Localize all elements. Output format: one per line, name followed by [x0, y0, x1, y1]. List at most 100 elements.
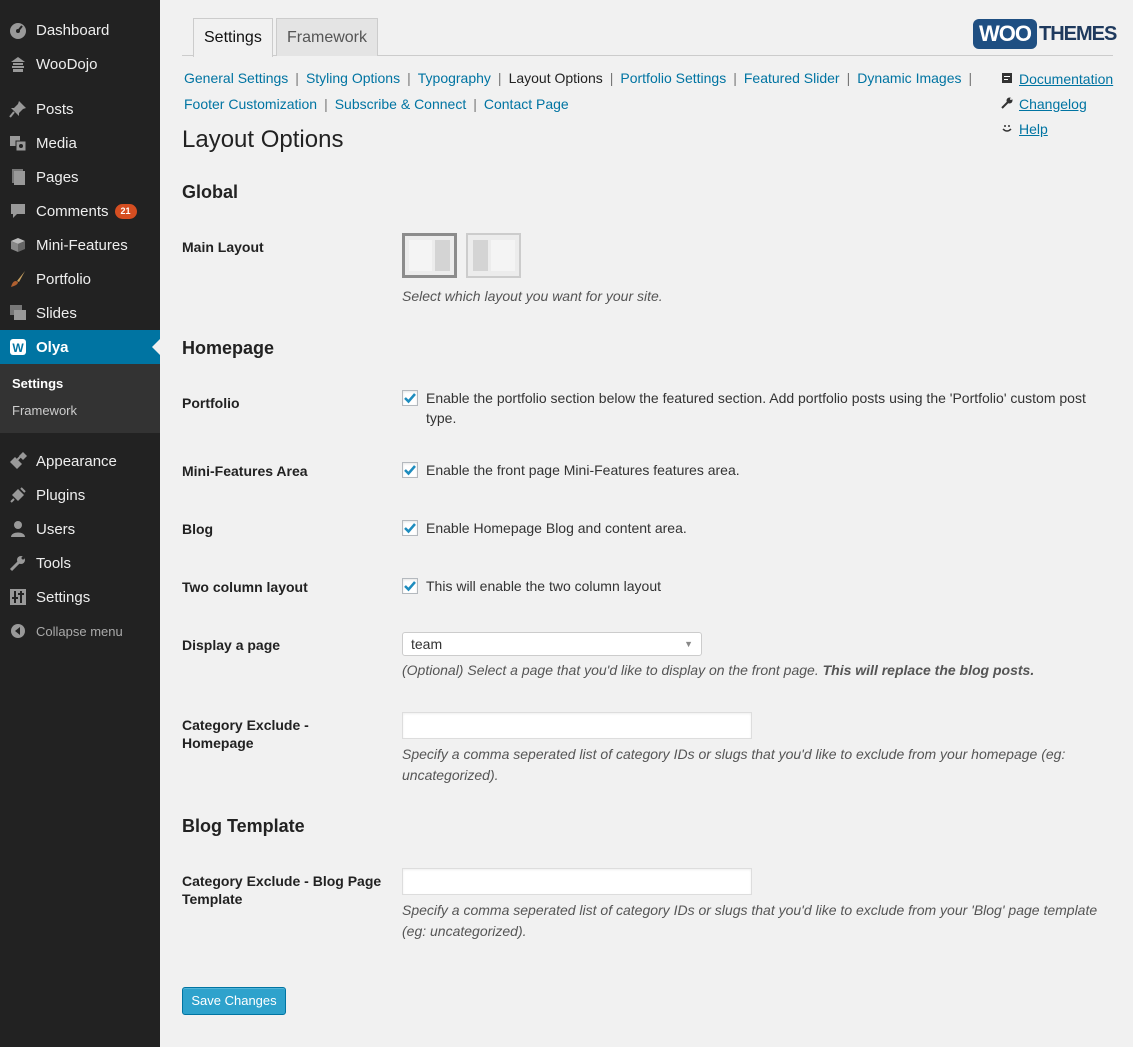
- tab-settings[interactable]: Settings: [193, 18, 273, 57]
- sidebar-item-tools[interactable]: Tools: [0, 546, 160, 580]
- sidebar-item-settings[interactable]: Settings: [0, 580, 160, 614]
- sidebar-item-comments[interactable]: Comments 21: [0, 194, 160, 228]
- sidebar-item-label: Mini-Features: [36, 236, 128, 254]
- checkmark-icon: [404, 465, 416, 476]
- sidebar-item-posts[interactable]: Posts: [0, 92, 160, 126]
- sidebar-item-label: Olya: [36, 338, 69, 356]
- portfolio-checkbox-label: Enable the portfolio section below the f…: [426, 390, 1086, 426]
- olya-submenu: Settings Framework: [0, 364, 160, 433]
- page-title: Layout Options: [182, 126, 344, 153]
- woodojo-icon: [0, 55, 36, 73]
- collapse-menu-button[interactable]: Collapse menu: [0, 614, 160, 648]
- dropdown-arrow-icon: ▼: [684, 639, 693, 649]
- collapse-menu-label: Collapse menu: [36, 623, 123, 639]
- subnav-general-settings[interactable]: General Settings: [184, 70, 288, 86]
- two-column-checkbox-label: This will enable the two column layout: [426, 578, 662, 594]
- help-link[interactable]: Help: [1001, 121, 1048, 137]
- sidebar-item-pages[interactable]: Pages: [0, 160, 160, 194]
- cat-exclude-home-input[interactable]: [402, 712, 752, 739]
- sidebar-item-plugins[interactable]: Plugins: [0, 478, 160, 512]
- smile-icon: [1001, 121, 1013, 137]
- main-layout-label: Main Layout: [182, 239, 264, 255]
- sidebar-item-label: Tools: [36, 554, 72, 572]
- subnav-layout-options[interactable]: Layout Options: [509, 70, 603, 86]
- section-global: Global: [182, 182, 239, 202]
- pin-icon: [0, 100, 36, 118]
- blog-checkbox[interactable]: [402, 520, 418, 536]
- sidebar-item-label: WooDojo: [36, 55, 98, 73]
- subnav-portfolio-settings[interactable]: Portfolio Settings: [620, 70, 726, 86]
- sidebar-item-woodojo[interactable]: WooDojo: [0, 47, 160, 81]
- cat-exclude-blog-input[interactable]: [402, 868, 752, 895]
- sidebar-item-label: Plugins: [36, 486, 86, 504]
- document-icon: [1001, 71, 1013, 87]
- mini-features-checkbox-label: Enable the front page Mini-Features feat…: [426, 462, 740, 478]
- sidebar-item-label: Portfolio: [36, 270, 92, 288]
- save-changes-button[interactable]: Save Changes: [182, 987, 286, 1015]
- portfolio-checkbox[interactable]: [402, 390, 418, 406]
- mini-features-checkbox[interactable]: [402, 462, 418, 478]
- sidebar-item-media[interactable]: Media: [0, 126, 160, 160]
- two-column-label: Two column layout: [182, 579, 308, 595]
- display-page-desc-text: (Optional) Select a page that you'd like…: [402, 662, 819, 678]
- submenu-item-framework[interactable]: Framework: [12, 403, 77, 418]
- cat-exclude-blog-description: Specify a comma seperated list of catego…: [402, 902, 1098, 939]
- sidebar-item-slides[interactable]: Slides: [0, 296, 160, 330]
- portfolio-option: Enable the portfolio section below the f…: [402, 388, 1102, 428]
- sliders-icon: [0, 588, 36, 606]
- plugins-icon: [0, 486, 36, 504]
- svg-text:W: W: [12, 341, 24, 355]
- sidebar-item-dashboard[interactable]: Dashboard: [0, 13, 160, 47]
- cat-exclude-home-label: Category Exclude - Homepage: [182, 717, 309, 751]
- main-layout-description: Select which layout you want for your si…: [402, 288, 663, 304]
- brush-icon: [0, 270, 36, 288]
- sidebar-item-portfolio[interactable]: Portfolio: [0, 262, 160, 296]
- display-page-label: Display a page: [182, 637, 281, 653]
- sidebar-item-label: Posts: [36, 100, 74, 118]
- logo-themes: THEMES: [1039, 22, 1117, 45]
- comment-count-badge: 21: [114, 203, 137, 219]
- display-page-select[interactable]: team ▼: [402, 632, 702, 656]
- layout-option-left-sidebar[interactable]: [466, 233, 521, 278]
- documentation-link[interactable]: Documentation: [1001, 71, 1113, 87]
- sidebar-item-label: Media: [36, 134, 77, 152]
- slides-icon: [0, 304, 36, 322]
- subnav-featured-slider[interactable]: Featured Slider: [744, 70, 840, 86]
- subnav-contact-page[interactable]: Contact Page: [484, 96, 569, 112]
- sidebar-item-mini-features[interactable]: Mini-Features: [0, 228, 160, 262]
- media-icon: [0, 134, 36, 152]
- users-icon: [0, 520, 36, 538]
- subnav-footer-customization[interactable]: Footer Customization: [184, 96, 317, 112]
- sidebar-item-olya[interactable]: W Olya: [0, 330, 160, 364]
- tab-framework[interactable]: Framework: [276, 18, 379, 56]
- display-page-desc-bold: This will replace the blog posts.: [822, 662, 1035, 678]
- subnav-subscribe-connect[interactable]: Subscribe & Connect: [335, 96, 467, 112]
- sidebar-item-label: Settings: [36, 588, 91, 606]
- checkmark-icon: [404, 581, 416, 592]
- wrench-icon: [1001, 96, 1013, 112]
- cat-exclude-blog-label: Category Exclude - Blog Page Template: [182, 873, 382, 907]
- changelog-link[interactable]: Changelog: [1001, 96, 1087, 112]
- subnav-typography[interactable]: Typography: [418, 70, 491, 86]
- checkmark-icon: [404, 523, 416, 534]
- sidebar-item-users[interactable]: Users: [0, 512, 160, 546]
- documentation-label[interactable]: Documentation: [1019, 71, 1113, 87]
- sidebar-item-label: Comments: [36, 202, 109, 220]
- woothemes-logo: WOO THEMES: [973, 18, 1117, 50]
- box-icon: [0, 236, 36, 254]
- layout-option-right-sidebar[interactable]: [402, 233, 457, 278]
- subnav-styling-options[interactable]: Styling Options: [306, 70, 400, 86]
- admin-sidebar: Dashboard WooDojo Posts Media Pages Comm…: [0, 0, 160, 1047]
- blog-label: Blog: [182, 521, 214, 537]
- portfolio-label: Portfolio: [182, 395, 240, 411]
- changelog-label[interactable]: Changelog: [1019, 96, 1087, 112]
- submenu-item-settings[interactable]: Settings: [12, 376, 63, 391]
- subnav-dynamic-images[interactable]: Dynamic Images: [857, 70, 961, 86]
- two-column-checkbox[interactable]: [402, 578, 418, 594]
- sidebar-item-appearance[interactable]: Appearance: [0, 444, 160, 478]
- help-label[interactable]: Help: [1019, 121, 1048, 137]
- section-blog-template: Blog Template: [182, 816, 305, 836]
- comment-icon: [0, 202, 36, 220]
- options-subnav-row-1: General Settings | Styling Options | Typogra…: [184, 70, 973, 86]
- sidebar-item-label: Slides: [36, 304, 77, 322]
